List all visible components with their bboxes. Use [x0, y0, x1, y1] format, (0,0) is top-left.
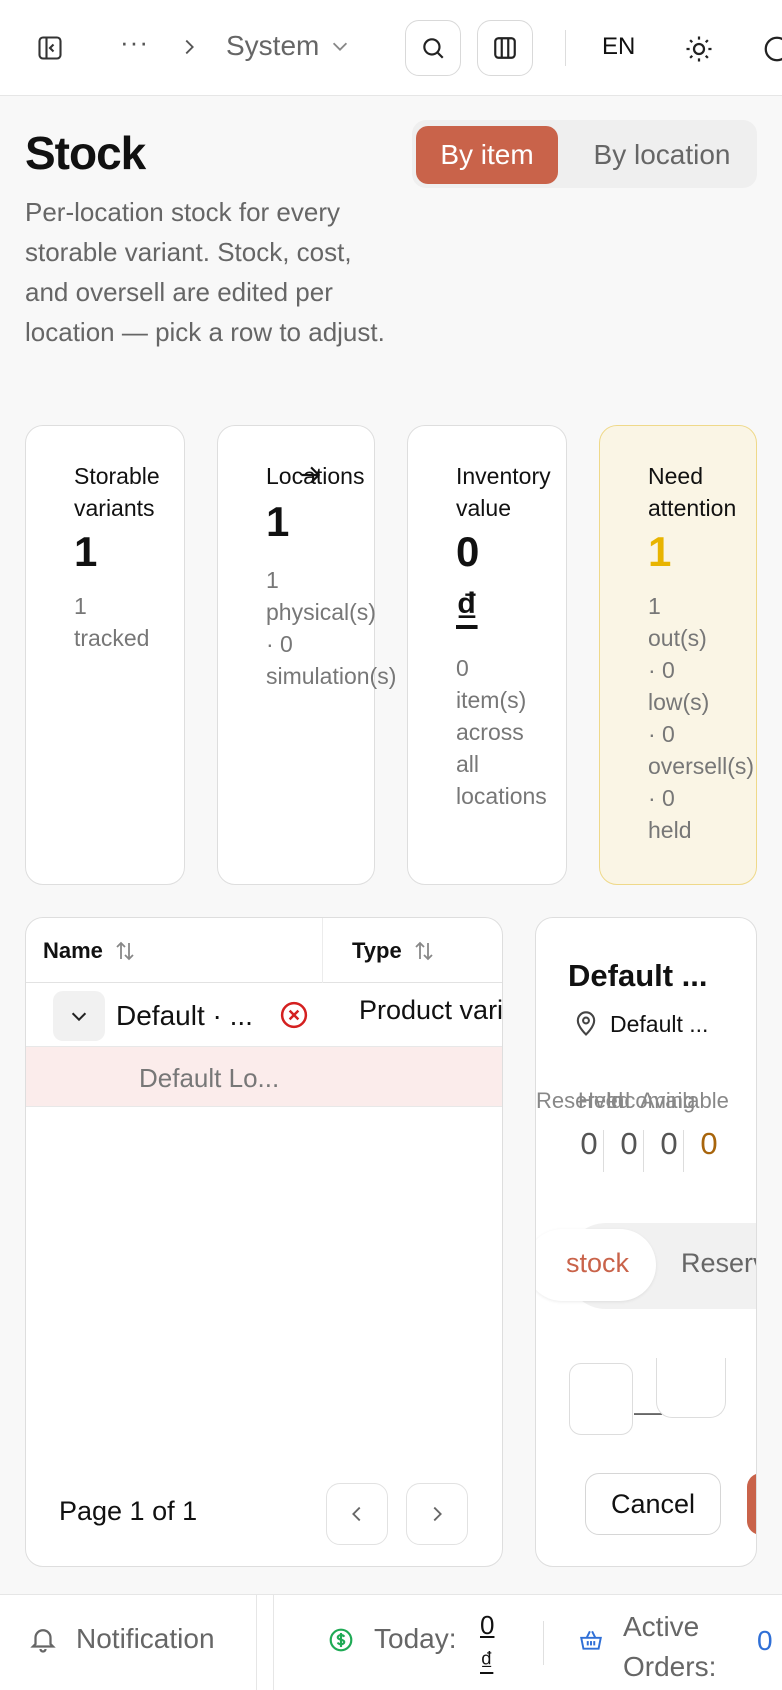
sidebar-toggle-icon[interactable] [36, 34, 64, 62]
stat-currency: ₫ [456, 584, 478, 631]
row-name: Default · ... [116, 1000, 253, 1031]
row-type: Product variant [359, 995, 503, 1025]
view-toggle: By item By location [412, 120, 757, 188]
notification-button[interactable]: Notification [28, 1623, 215, 1655]
top-bar: ··· System EN [0, 0, 782, 96]
stat-note: 1 physical(s) · 0 simulation(s) [266, 567, 397, 689]
stat-value: 1 [266, 498, 290, 545]
by-item-button[interactable]: By item [416, 126, 558, 184]
stat-card-locations[interactable]: Locations 1 1 physical(s) · 0 simulation… [217, 425, 396, 885]
dollar-circle-icon [328, 1627, 354, 1653]
footer-divider [256, 1595, 257, 1690]
search-icon [423, 38, 444, 59]
basket-icon [578, 1627, 604, 1653]
stat-value: 1 [74, 528, 98, 575]
active-orders-value[interactable]: 0 [757, 1625, 773, 1657]
tab-reserve[interactable]: Reserve [681, 1248, 756, 1279]
stat-value: 0 [456, 528, 480, 575]
stat-note: 1 tracked [74, 593, 150, 651]
sort-icon [415, 941, 433, 961]
arrow-right-icon [297, 462, 323, 488]
page-title: Stock [25, 127, 146, 179]
column-header-name[interactable]: Name [43, 938, 137, 964]
column-header-label: Type [352, 938, 402, 963]
detail-title: Default ... [568, 958, 708, 993]
tab-stock[interactable]: stock [566, 1248, 629, 1279]
breadcrumb-chevron-icon [178, 36, 200, 58]
stat-note: · 0 low(s) · 0 oversell(s) · 0 held [648, 657, 755, 843]
detail-tabs: stock Reserve [536, 1223, 756, 1309]
user-circle-icon[interactable] [762, 34, 782, 64]
value-divider [683, 1130, 684, 1172]
chevron-right-icon [433, 1506, 442, 1522]
stat-note: 0 item(s) across all locations [456, 655, 547, 809]
notification-label: Notification [76, 1623, 215, 1654]
head-available: Available [640, 1088, 729, 1113]
stat-out-count: 1 out(s) [648, 593, 707, 651]
table-header: Name Type [26, 918, 502, 983]
active-orders-label: Active Orders: [623, 1611, 717, 1682]
stat-card-storable[interactable]: Storable variants 1 1 tracked [25, 425, 185, 885]
next-page-button[interactable] [406, 1483, 468, 1545]
breadcrumb-ellipsis[interactable]: ··· [120, 29, 149, 55]
language-switch[interactable]: EN [602, 33, 635, 61]
stock-table: Name Type Default · ... Product variant … [25, 917, 503, 1567]
detail-location: Default ... [572, 1010, 708, 1038]
stat-label: Storable variants [74, 463, 160, 521]
stock-detail-panel: Default ... Default ... Reserved Held In… [535, 917, 757, 1567]
stat-card-attention[interactable]: Need attention 1 1 out(s) · 0 low(s) · 0… [599, 425, 757, 885]
breadcrumb-current[interactable]: System [226, 30, 351, 62]
today-value: 0 ₫ [480, 1610, 495, 1676]
breadcrumb-current-label: System [226, 30, 320, 61]
column-header-type[interactable]: Type [352, 938, 436, 964]
increment-button[interactable] [656, 1358, 726, 1418]
footer-divider [543, 1621, 544, 1665]
pagination-label: Page 1 of 1 [59, 1496, 198, 1526]
save-button[interactable] [747, 1473, 756, 1535]
subrow-location-name: Default Lo... [139, 1063, 280, 1093]
chevron-left-icon [352, 1506, 361, 1522]
stat-card-inventory[interactable]: Inventory value 0 ₫ 0 item(s) across all… [407, 425, 567, 885]
search-button[interactable] [405, 20, 461, 76]
column-header-label: Name [43, 938, 103, 963]
status-footer: Notification Today: 0 ₫ Active Orders: 0 [0, 1594, 782, 1690]
chevron-down-icon [71, 1012, 87, 1022]
value-divider [603, 1130, 604, 1172]
cancel-button[interactable]: Cancel [585, 1473, 721, 1535]
stat-label: Inventory value [456, 463, 551, 521]
expand-row-button[interactable] [53, 991, 105, 1041]
columns-icon [494, 37, 516, 59]
page-description: Per-location stock for every storable va… [25, 197, 385, 347]
out-of-stock-icon [279, 1000, 309, 1030]
previous-page-button[interactable] [326, 1483, 388, 1545]
value-divider [643, 1130, 644, 1172]
today-label: Today: [374, 1623, 457, 1654]
topbar-divider [565, 30, 566, 66]
chevron-down-icon [333, 42, 348, 51]
value-available: 0 [700, 1126, 718, 1161]
footer-divider [273, 1595, 274, 1690]
detail-values: 0 0 0 0 [536, 1126, 756, 1174]
column-divider [322, 918, 323, 983]
bell-icon [30, 1629, 56, 1653]
table-subrow-location[interactable]: Default Lo... [26, 1047, 502, 1107]
sun-icon[interactable] [684, 34, 714, 64]
detail-column-heads: Reserved Held Incoming Available [536, 1088, 756, 1118]
detail-location-name: Default ... [610, 1010, 709, 1037]
stat-value: 1 [648, 528, 672, 575]
sort-icon [116, 941, 134, 961]
table-row[interactable]: Default · ... Product variant [26, 983, 503, 1047]
quantity-input[interactable] [569, 1363, 633, 1435]
by-location-button[interactable]: By location [572, 126, 752, 184]
columns-button[interactable] [477, 20, 533, 76]
map-pin-icon [576, 1011, 596, 1036]
stat-label: Need attention [648, 463, 737, 521]
